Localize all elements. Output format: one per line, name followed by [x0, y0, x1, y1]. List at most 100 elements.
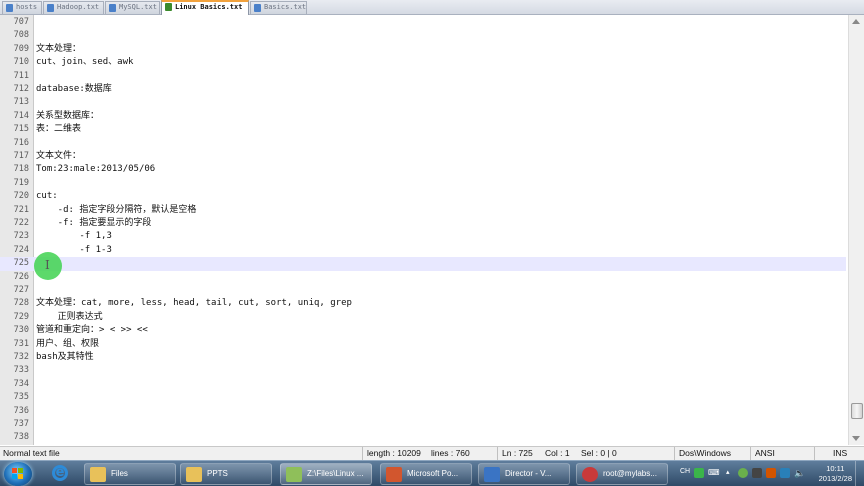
line-number: 725 — [0, 257, 29, 271]
taskbar-item-label: PPTS — [207, 469, 228, 478]
taskbar-item-label: Files — [111, 469, 128, 478]
editor-line[interactable]: 732 bash及其特性 — [0, 351, 846, 364]
line-text: 关系型数据库： — [36, 110, 100, 121]
editor-line[interactable]: 729 正则表达式 — [0, 311, 846, 324]
scrollbar-thumb[interactable] — [851, 403, 863, 419]
editor-line[interactable]: 736 — [0, 405, 846, 418]
editor-line[interactable]: 731 用户、组、权限 — [0, 338, 846, 351]
editor-line[interactable]: 720 cut: — [0, 190, 846, 203]
taskbar-item-director[interactable]: Director - V... — [478, 463, 570, 485]
editor-line[interactable]: 738 — [0, 431, 846, 444]
taskbar-item-notepad[interactable]: Z:\Files\Linux ... — [280, 463, 372, 485]
taskbar-item-ppts[interactable]: PPTS — [180, 463, 272, 485]
tab-hadoop[interactable]: Hadoop.txt — [43, 1, 104, 14]
editor-line[interactable]: 724 -f 1-3 — [0, 244, 846, 257]
keyboard-icon[interactable]: ⌨ — [708, 468, 720, 477]
editor-line[interactable]: 728 文本处理：cat, more, less, head, tail, cut… — [0, 297, 846, 310]
tab-mysql[interactable]: MySQL.txt — [105, 1, 160, 14]
tray-expand-icon[interactable]: ▴ — [726, 468, 730, 476]
editor-line[interactable]: 712 database:数据库 — [0, 83, 846, 96]
notepad-plus-plus-icon — [286, 467, 302, 482]
windows-logo-icon — [12, 468, 24, 480]
tab-linux-basics[interactable]: Linux Basics.txt — [161, 0, 249, 15]
status-file-type: Normal text file — [3, 448, 60, 458]
taskbar-item-powerpoint[interactable]: Microsoft Po... — [380, 463, 472, 485]
mouse-highlight: I — [34, 252, 62, 280]
editor-line[interactable]: 727 — [0, 284, 846, 297]
internet-explorer-icon: e — [52, 465, 68, 481]
file-icon — [254, 4, 261, 12]
ime-indicator[interactable]: CH — [680, 468, 690, 475]
volume-icon[interactable]: 🔈 — [794, 468, 805, 479]
line-number: 720 — [13, 191, 29, 202]
editor-line[interactable]: 726 — [0, 271, 846, 284]
editor-line[interactable]: 725 — [0, 257, 846, 271]
line-number: 734 — [13, 378, 29, 389]
line-text: -f: 指定要显示的字段 — [36, 218, 152, 228]
line-number: 713 — [13, 97, 29, 108]
taskbar-item-label: Z:\Files\Linux ... — [307, 469, 364, 478]
editor-line[interactable]: 721 -d: 指定字段分隔符，默认是空格 — [0, 204, 846, 217]
editor-line[interactable]: 722 -f: 指定要显示的字段 — [0, 217, 846, 230]
clock[interactable]: 10:11 2013/2/28 — [819, 464, 852, 484]
editor-line[interactable]: 737 — [0, 418, 846, 431]
editor-line[interactable]: 710 cut、join、sed、awk — [0, 56, 846, 69]
vertical-scrollbar[interactable] — [848, 15, 864, 445]
editor-line[interactable]: 733 — [0, 364, 846, 377]
line-text: 文本处理： — [36, 43, 82, 54]
folder-icon — [186, 467, 202, 482]
line-number: 726 — [13, 271, 29, 282]
editor-line[interactable]: 723 -f 1,3 — [0, 230, 846, 243]
start-button[interactable] — [4, 462, 32, 486]
tray-app-icon[interactable] — [766, 468, 776, 478]
tab-label: Linux Basics.txt — [175, 3, 243, 11]
editor-line[interactable]: 718 Tom:23:male:2013/05/06 — [0, 163, 846, 176]
line-text: 管道和重定向：> < >> << — [36, 325, 148, 336]
line-text: -d: 指定字段分隔符，默认是空格 — [36, 204, 197, 215]
editor-line[interactable]: 714 关系型数据库： — [0, 110, 846, 123]
status-eol: Dos\Windows — [674, 447, 750, 460]
text-editor[interactable]: 707 708 709 文本处理： 710 cut、join、sed、awk 711 712 d… — [0, 15, 864, 445]
line-number: 711 — [13, 70, 29, 81]
sogou-input-icon[interactable] — [694, 468, 704, 478]
status-ln: Ln : 725 — [497, 447, 541, 460]
pinned-internet-explorer[interactable]: e — [42, 463, 78, 485]
editor-line[interactable]: 734 — [0, 378, 846, 391]
scroll-down-icon[interactable] — [852, 436, 860, 441]
tab-hosts[interactable]: hosts — [2, 1, 42, 14]
editor-line[interactable]: 716 — [0, 137, 846, 150]
network-icon[interactable] — [780, 468, 790, 478]
editor-line[interactable]: 715 表：二维表 — [0, 123, 846, 136]
tray-app-icon[interactable] — [752, 468, 762, 478]
line-text: 正则表达式 — [36, 311, 103, 322]
taskbar-item-terminal[interactable]: root@mylabs... — [576, 463, 668, 485]
line-number: 712 — [13, 84, 29, 94]
tab-basics[interactable]: Basics.txt — [250, 1, 307, 14]
line-number: 709 — [13, 43, 29, 54]
editor-line[interactable]: 708 — [0, 29, 846, 42]
editor-line[interactable]: 709 文本处理： — [0, 43, 846, 56]
line-number: 736 — [13, 405, 29, 416]
scroll-up-icon[interactable] — [852, 19, 860, 24]
line-text: 用户、组、权限 — [36, 338, 100, 349]
line-number: 721 — [13, 204, 29, 215]
powerpoint-icon — [386, 467, 402, 482]
tray-app-icon[interactable] — [738, 468, 748, 478]
line-number: 732 — [13, 352, 29, 362]
editor-line[interactable]: 713 — [0, 96, 846, 109]
editor-line[interactable]: 717 文本文件： — [0, 150, 846, 163]
editor-line[interactable]: 735 — [0, 391, 846, 404]
line-text: cut: — [36, 191, 58, 202]
line-number: 737 — [13, 419, 29, 429]
editor-line[interactable]: 707 — [0, 16, 846, 29]
editor-line[interactable]: 730 管道和重定向：> < >> << — [0, 324, 846, 337]
taskbar-item-files[interactable]: Files — [84, 463, 176, 485]
line-number: 719 — [13, 177, 29, 188]
editor-line[interactable]: 711 — [0, 70, 846, 83]
line-number: 731 — [13, 338, 29, 349]
text-cursor-icon: I — [45, 258, 50, 272]
line-text: 文本处理：cat, more, less, head, tail, cut, s… — [36, 298, 352, 309]
line-text: 表：二维表 — [36, 124, 82, 135]
show-desktop-button[interactable] — [855, 461, 864, 486]
editor-line[interactable]: 719 — [0, 177, 846, 190]
